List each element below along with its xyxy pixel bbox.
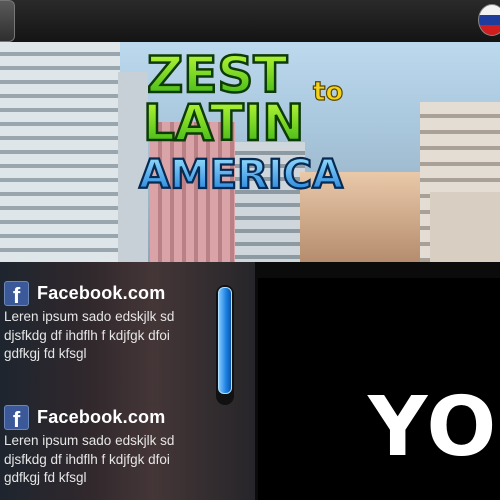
logo-line2: LATIN — [143, 94, 304, 152]
feed-item-title[interactable]: Facebook.com — [37, 407, 165, 428]
menu-button[interactable] — [0, 0, 15, 42]
feed-item-header: f Facebook.com — [4, 404, 209, 432]
feed-item-text: Leren ipsum sado edskjlk sd djsfkdg df i… — [4, 309, 175, 361]
feed-item-header: f Facebook.com — [4, 280, 209, 308]
video-caption: YO — [368, 380, 499, 475]
feed-item-title[interactable]: Facebook.com — [37, 283, 165, 304]
logo-to: to — [313, 77, 343, 107]
feed-item[interactable]: f Facebook.com Leren ipsum sado edskjlk … — [4, 404, 209, 488]
site-logo[interactable]: ZEST to LATIN AMERICA — [135, 42, 380, 202]
feed-item-text: Leren ipsum sado edskjlk sd djsfkdg df i… — [4, 433, 175, 485]
feed-item[interactable]: f Facebook.com Leren ipsum sado edskjlk … — [4, 280, 209, 364]
top-bar — [0, 0, 500, 43]
facebook-icon[interactable]: f — [4, 404, 29, 432]
building-image — [0, 42, 120, 262]
facebook-icon[interactable]: f — [4, 280, 29, 308]
flag-icon[interactable] — [478, 4, 500, 36]
hero-banner: ZEST to LATIN AMERICA — [0, 42, 500, 262]
building-image — [430, 192, 500, 262]
logo-line3: AMERICA — [139, 152, 343, 198]
feed-scrollbar-thumb[interactable] — [218, 287, 232, 394]
